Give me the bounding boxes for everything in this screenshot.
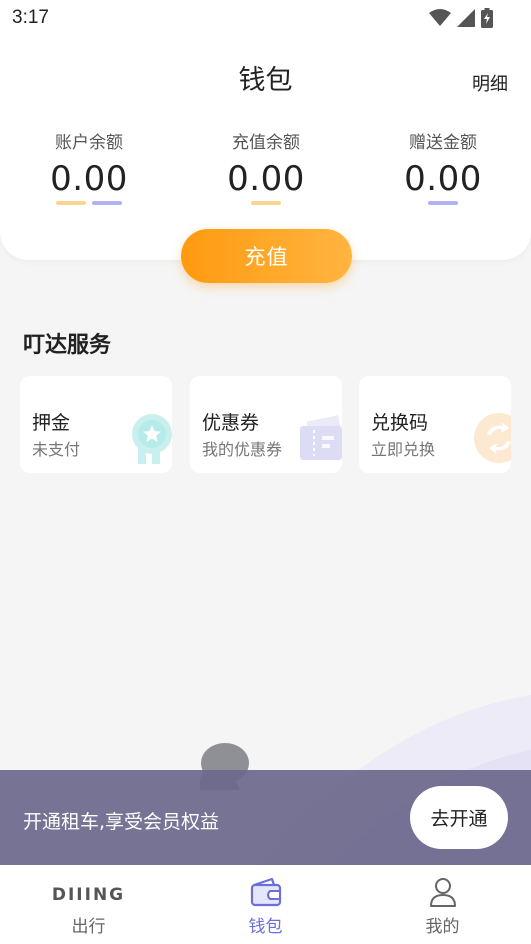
tab-label: 我的 bbox=[425, 917, 460, 937]
balance-underline bbox=[14, 201, 164, 205]
service-title: 押金 bbox=[32, 412, 71, 434]
service-title: 优惠券 bbox=[202, 412, 260, 434]
balance-value: 0.00 bbox=[404, 159, 482, 199]
service-card-redeem-code[interactable]: 兑换码 立即兑换 bbox=[359, 376, 511, 473]
service-subtitle: 我的优惠券 bbox=[202, 440, 283, 459]
activate-membership-button[interactable]: 去开通 bbox=[410, 786, 508, 849]
tab-wallet[interactable]: 钱包 bbox=[177, 865, 354, 944]
tab-travel[interactable]: DIIING 出行 bbox=[0, 865, 177, 944]
coupon-icon bbox=[300, 415, 342, 460]
status-time: 3:17 bbox=[12, 7, 49, 28]
diiing-logo-icon: DIIING bbox=[51, 885, 126, 905]
balance-label: 赠送金额 bbox=[409, 133, 477, 153]
service-card-deposit[interactable]: 押金 未支付 bbox=[20, 376, 172, 473]
member-promo-text: 开通租车,享受会员权益 bbox=[23, 811, 220, 833]
underline-bar bbox=[92, 201, 122, 205]
tab-mine[interactable]: 我的 bbox=[354, 865, 531, 944]
balance-underline bbox=[368, 201, 518, 205]
balance-account: 账户余额 0.00 bbox=[14, 128, 164, 205]
balance-underline bbox=[191, 201, 341, 205]
tab-label: 出行 bbox=[71, 917, 106, 937]
balance-label: 账户余额 bbox=[55, 133, 123, 153]
balance-value: 0.00 bbox=[50, 159, 128, 199]
service-subtitle: 未支付 bbox=[32, 440, 81, 459]
exchange-icon bbox=[474, 413, 511, 463]
balance-recharge: 充值余额 0.00 bbox=[191, 128, 341, 205]
underline-bar bbox=[56, 201, 86, 205]
services-section-title: 叮达服务 bbox=[23, 333, 112, 358]
badge-star-icon bbox=[132, 414, 172, 464]
tab-label: 钱包 bbox=[248, 917, 283, 937]
bottom-tab-bar: DIIING 出行 钱包 我的 bbox=[0, 865, 531, 944]
detail-link[interactable]: 明细 bbox=[472, 70, 508, 96]
status-icons bbox=[429, 8, 493, 28]
service-title: 兑换码 bbox=[371, 412, 429, 434]
signal-icon bbox=[457, 9, 475, 27]
balance-gift: 赠送金额 0.00 bbox=[368, 128, 518, 205]
balance-value: 0.00 bbox=[227, 159, 305, 199]
recharge-button[interactable]: 充值 bbox=[181, 229, 352, 283]
service-subtitle: 立即兑换 bbox=[371, 440, 436, 459]
member-promo-banner: 开通租车,享受会员权益 去开通 bbox=[0, 770, 531, 865]
service-card-coupon[interactable]: 优惠券 我的优惠券 bbox=[190, 376, 342, 473]
page-title: 钱包 bbox=[238, 65, 293, 96]
underline-bar bbox=[428, 201, 458, 205]
battery-charging-icon bbox=[481, 8, 493, 28]
balance-label: 充值余额 bbox=[232, 133, 300, 153]
wallet-icon bbox=[250, 877, 281, 907]
user-icon bbox=[429, 878, 456, 907]
wallet-summary-card: 钱包 明细 账户余额 0.00 充值余额 0.00 赠送金额 0.00 bbox=[0, 36, 531, 260]
wifi-icon bbox=[429, 9, 451, 26]
status-bar: 3:17 bbox=[0, 0, 531, 36]
underline-bar bbox=[251, 201, 281, 205]
